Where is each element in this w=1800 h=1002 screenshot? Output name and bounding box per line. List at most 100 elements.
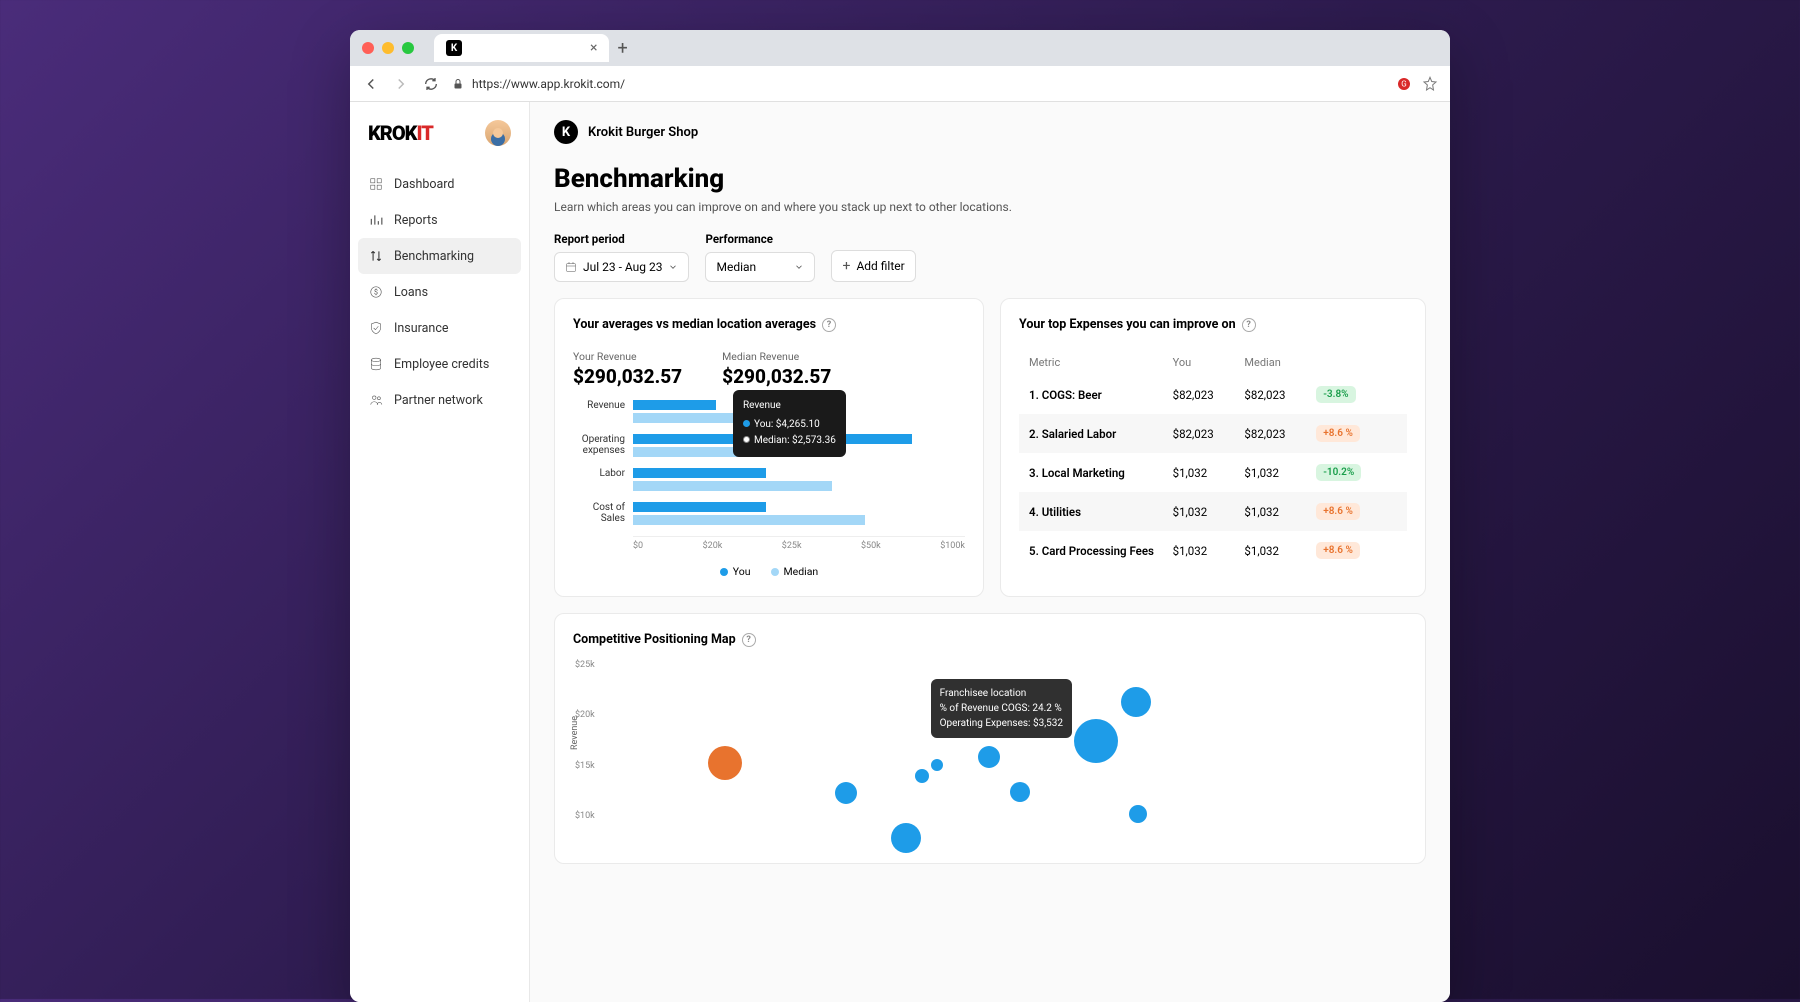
bar-median[interactable] bbox=[633, 515, 865, 525]
bubble[interactable] bbox=[931, 759, 943, 771]
delta-cell: -3.8% bbox=[1316, 386, 1397, 403]
sidebar-item-label: Reports bbox=[394, 213, 438, 228]
bubble[interactable] bbox=[1121, 687, 1151, 717]
bubble[interactable] bbox=[891, 823, 921, 853]
minimize-window-button[interactable] bbox=[382, 42, 394, 54]
filter-perf-label: Performance bbox=[705, 232, 815, 246]
median-revenue-block: Median Revenue $290,032.57 bbox=[722, 350, 831, 388]
reload-button[interactable] bbox=[422, 76, 440, 92]
y-tick: $10k bbox=[575, 811, 595, 821]
sidebar-item-label: Loans bbox=[394, 285, 428, 300]
close-tab-icon[interactable]: × bbox=[590, 40, 597, 56]
bubble[interactable] bbox=[835, 782, 857, 804]
shop-header: K Krokit Burger Shop bbox=[554, 120, 1426, 144]
filter-bar: Report period Jul 23 - Aug 23 Performanc… bbox=[554, 232, 1426, 282]
your-revenue-label: Your Revenue bbox=[573, 350, 682, 363]
help-icon[interactable]: ? bbox=[742, 633, 756, 647]
nav: Dashboard Reports Benchmarking $ Loans I… bbox=[350, 166, 529, 418]
url-text: https://www.app.krokit.com/ bbox=[472, 77, 625, 91]
bar-you[interactable] bbox=[633, 502, 766, 512]
close-window-button[interactable] bbox=[362, 42, 374, 54]
you-cell: $1,032 bbox=[1173, 466, 1245, 480]
you-cell: $1,032 bbox=[1173, 544, 1245, 558]
you-cell: $82,023 bbox=[1173, 427, 1245, 441]
people-icon bbox=[368, 392, 384, 408]
performance-select[interactable]: Median bbox=[705, 252, 815, 282]
sidebar-item-loans[interactable]: $ Loans bbox=[350, 274, 529, 310]
bubble[interactable] bbox=[1010, 782, 1030, 802]
bubble[interactable] bbox=[1129, 805, 1147, 823]
bar-you[interactable] bbox=[633, 468, 766, 478]
table-row[interactable]: 5. Card Processing Fees $1,032 $1,032 +8… bbox=[1019, 531, 1407, 570]
forward-button[interactable] bbox=[392, 75, 410, 93]
delta-badge: -10.2% bbox=[1316, 464, 1361, 481]
bar-median[interactable] bbox=[633, 481, 832, 491]
browser-tab[interactable]: K × bbox=[434, 34, 609, 62]
sidebar-item-label: Insurance bbox=[394, 321, 449, 336]
sidebar-item-dashboard[interactable]: Dashboard bbox=[350, 166, 529, 202]
bar-you[interactable] bbox=[633, 400, 716, 410]
maximize-window-button[interactable] bbox=[402, 42, 414, 54]
delta-cell: +8.6 % bbox=[1316, 542, 1397, 559]
median-cell: $1,032 bbox=[1244, 505, 1316, 519]
delta-cell: +8.6 % bbox=[1316, 425, 1397, 442]
bar-median[interactable] bbox=[633, 413, 733, 423]
median-cell: $82,023 bbox=[1244, 427, 1316, 441]
cards-row: Your averages vs median location average… bbox=[554, 298, 1426, 597]
bar-row: Cost of Sales bbox=[633, 502, 965, 528]
you-cell: $82,023 bbox=[1173, 388, 1245, 402]
filter-period: Report period Jul 23 - Aug 23 bbox=[554, 232, 689, 282]
url-input[interactable]: https://www.app.krokit.com/ bbox=[452, 77, 1384, 91]
bar-chart: Revenue You: $4,265.10 Median: $2,573.36… bbox=[573, 400, 965, 551]
user-avatar[interactable] bbox=[485, 120, 511, 146]
expenses-card-title: Your top Expenses you can improve on ? bbox=[1019, 317, 1407, 332]
delta-badge: -3.8% bbox=[1316, 386, 1355, 403]
metric-cell: 2. Salaried Labor bbox=[1029, 427, 1173, 441]
period-select[interactable]: Jul 23 - Aug 23 bbox=[554, 252, 689, 282]
help-icon[interactable]: ? bbox=[822, 318, 836, 332]
sidebar-item-label: Dashboard bbox=[394, 177, 454, 192]
plus-icon: + bbox=[842, 258, 850, 274]
sidebar-item-reports[interactable]: Reports bbox=[350, 202, 529, 238]
bookmark-star-icon[interactable] bbox=[1422, 76, 1438, 92]
filter-performance: Performance Median bbox=[705, 232, 815, 282]
y-axis-label: Revenue bbox=[570, 716, 580, 750]
help-icon[interactable]: ? bbox=[1242, 318, 1256, 332]
logo-row: KROKIT bbox=[350, 120, 529, 166]
delta-badge: +8.6 % bbox=[1316, 503, 1360, 520]
brand-logo: KROKIT bbox=[368, 121, 433, 145]
bar-label: Operating expenses bbox=[573, 434, 633, 456]
page-subtitle: Learn which areas you can improve on and… bbox=[554, 200, 1426, 214]
tab-favicon: K bbox=[446, 40, 462, 56]
bubble[interactable] bbox=[978, 746, 1000, 768]
bubble[interactable] bbox=[1074, 719, 1118, 763]
shop-name: Krokit Burger Shop bbox=[588, 125, 698, 140]
median-revenue-value: $290,032.57 bbox=[722, 365, 831, 388]
shop-icon: K bbox=[554, 120, 578, 144]
lock-icon bbox=[452, 78, 464, 90]
sidebar-item-label: Partner network bbox=[394, 393, 483, 408]
traffic-lights bbox=[362, 42, 414, 54]
extension-icon[interactable]: G bbox=[1396, 76, 1412, 92]
you-cell: $1,032 bbox=[1173, 505, 1245, 519]
sidebar-item-insurance[interactable]: Insurance bbox=[350, 310, 529, 346]
add-filter-button[interactable]: + Add filter bbox=[831, 250, 915, 282]
new-tab-button[interactable]: + bbox=[617, 38, 627, 59]
chart-legend: You Median bbox=[573, 565, 965, 578]
sidebar-item-label: Employee credits bbox=[394, 357, 489, 372]
metric-cell: 1. COGS: Beer bbox=[1029, 388, 1173, 402]
sidebar-item-benchmarking[interactable]: Benchmarking bbox=[358, 238, 521, 274]
table-row[interactable]: 3. Local Marketing $1,032 $1,032 -10.2% bbox=[1019, 453, 1407, 492]
bubble[interactable] bbox=[915, 769, 929, 783]
sidebar-item-partner-network[interactable]: Partner network bbox=[350, 382, 529, 418]
table-row[interactable]: 4. Utilities $1,032 $1,032 +8.6 % bbox=[1019, 492, 1407, 531]
scatter-card: Competitive Positioning Map ? Revenue $2… bbox=[554, 613, 1426, 864]
chevron-down-icon bbox=[794, 262, 804, 272]
back-button[interactable] bbox=[362, 75, 380, 93]
grid-icon bbox=[368, 176, 384, 192]
metric-cell: 5. Card Processing Fees bbox=[1029, 544, 1173, 558]
table-row[interactable]: 1. COGS: Beer $82,023 $82,023 -3.8% bbox=[1019, 375, 1407, 414]
bubble-you[interactable] bbox=[708, 746, 742, 780]
table-row[interactable]: 2. Salaried Labor $82,023 $82,023 +8.6 % bbox=[1019, 414, 1407, 453]
sidebar-item-employee-credits[interactable]: Employee credits bbox=[350, 346, 529, 382]
